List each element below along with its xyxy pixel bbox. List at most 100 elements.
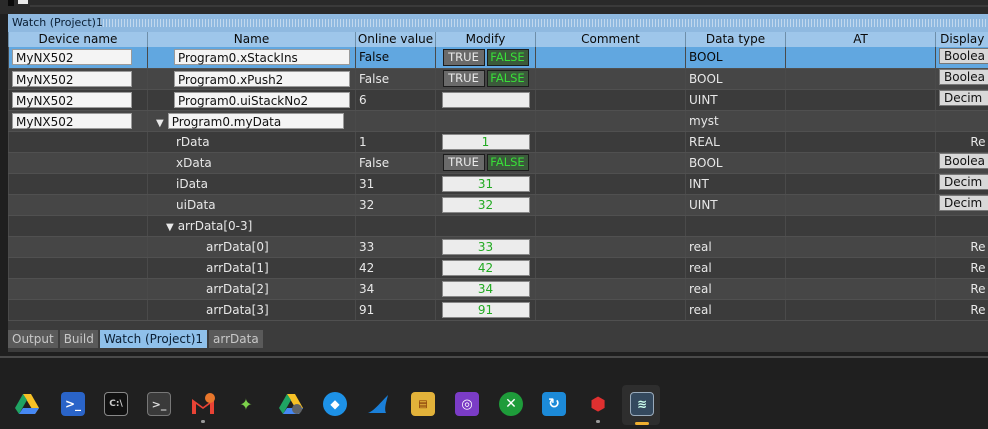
comment-cell[interactable] (535, 110, 686, 132)
drive-color-icon[interactable] (279, 392, 303, 416)
display-format-button[interactable]: Decim (939, 195, 988, 211)
tab-build[interactable]: Build (59, 330, 98, 348)
gmail-icon[interactable] (191, 392, 215, 416)
comment-cell[interactable] (535, 47, 686, 69)
modify-value-input[interactable]: 42 (441, 259, 530, 276)
xbox-icon[interactable]: ✕ (499, 392, 523, 416)
device-name-field[interactable]: MyNX502 (12, 70, 132, 87)
modify-value-input[interactable]: 32 (441, 196, 530, 213)
comment-cell[interactable] (535, 152, 686, 174)
sysmac-studio-icon[interactable]: ≋ (630, 392, 654, 416)
col-comment[interactable]: Comment (535, 32, 686, 47)
display-format-button[interactable]: Decim (939, 90, 988, 106)
comment-cell[interactable] (535, 194, 686, 216)
at-cell[interactable] (785, 215, 936, 237)
expand-triangle-icon[interactable]: ▼ (156, 118, 164, 129)
table-row[interactable]: rData 1 1 REAL Re (8, 131, 988, 153)
terminal-icon[interactable]: >_ (147, 392, 171, 416)
circuit-icon[interactable]: ✦ (234, 392, 258, 416)
tab-arrdata[interactable]: arrData (209, 330, 263, 348)
modify-false-button[interactable]: FALSE (486, 48, 529, 66)
google-drive-icon[interactable] (15, 392, 39, 416)
comment-cell[interactable] (535, 131, 686, 153)
table-row[interactable]: MyNX502 Program0.uiStackNo2 6 UINT Decim (8, 89, 988, 111)
table-row[interactable]: iData 31 31 INT Decim (8, 173, 988, 195)
table-row[interactable]: MyNX502 Program0.xStackIns False TRUE FAL… (8, 47, 988, 69)
cmd-icon[interactable]: C:\ (104, 392, 128, 416)
expand-triangle-icon[interactable]: ▼ (166, 222, 174, 233)
at-cell[interactable] (785, 68, 936, 90)
powershell-icon[interactable]: >_ (61, 392, 85, 416)
display-format-button[interactable]: Boolea (939, 153, 988, 169)
display-format-button[interactable]: Decim (939, 174, 988, 190)
at-cell[interactable] (785, 89, 936, 111)
col-device-name[interactable]: Device name (8, 32, 148, 47)
modify-value-input[interactable]: 33 (441, 238, 530, 255)
table-row[interactable]: uiData 32 32 UINT Decim (8, 194, 988, 216)
refresh-app-icon[interactable]: ↻ (542, 392, 566, 416)
comment-cell[interactable] (535, 89, 686, 111)
col-online-value[interactable]: Online value (355, 32, 436, 47)
modify-value-input[interactable]: 91 (441, 301, 530, 318)
table-row[interactable]: arrData[3] 91 91 real Re (8, 299, 988, 321)
at-cell[interactable] (785, 131, 936, 153)
modify-value-input[interactable]: 1 (441, 133, 530, 150)
device-name-field[interactable]: MyNX502 (12, 49, 132, 66)
modify-false-button[interactable]: FALSE (486, 154, 529, 171)
watch-titlebar[interactable]: Watch (Project)1 (8, 14, 988, 32)
comment-cell[interactable] (535, 173, 686, 195)
device-name-field[interactable]: MyNX502 (12, 112, 132, 129)
comment-cell[interactable] (535, 236, 686, 258)
at-cell[interactable] (785, 257, 936, 279)
variable-name-field[interactable]: Program0.xStackIns (174, 49, 350, 66)
table-row[interactable]: MyNX502 Program0.xPush2 False TRUE FALSE … (8, 68, 988, 90)
modify-true-button[interactable]: TRUE (442, 70, 485, 87)
at-cell[interactable] (785, 47, 936, 69)
modify-true-button[interactable]: TRUE (442, 154, 485, 171)
modify-true-button[interactable]: TRUE (442, 48, 485, 66)
variable-name-field[interactable]: Program0.xPush2 (174, 70, 350, 87)
display-format-text: Re (970, 302, 986, 317)
modify-value-input[interactable] (441, 91, 530, 108)
col-display[interactable]: Display (935, 32, 988, 47)
data-type (685, 215, 786, 237)
display-format-button[interactable]: Boolea (939, 47, 988, 64)
tab-watch-project[interactable]: Watch (Project)1 (99, 330, 208, 348)
comment-cell[interactable] (535, 299, 686, 321)
sysmac-icon[interactable]: ▤ (411, 392, 435, 416)
modify-false-button[interactable]: FALSE (486, 70, 529, 87)
variable-name-field[interactable]: Program0.myData (167, 112, 344, 129)
modify-value-input[interactable]: 31 (441, 175, 530, 192)
table-row[interactable]: arrData[0] 33 33 real Re (8, 236, 988, 258)
col-data-type[interactable]: Data type (685, 32, 786, 47)
robot-app-icon[interactable]: ⬢ (586, 392, 610, 416)
comment-cell[interactable] (535, 68, 686, 90)
variable-name-field[interactable]: Program0.uiStackNo2 (174, 91, 350, 108)
ring-app-icon[interactable]: ◎ (455, 392, 479, 416)
at-cell[interactable] (785, 299, 936, 321)
at-cell[interactable] (785, 194, 936, 216)
table-row[interactable]: arrData[2] 34 34 real Re (8, 278, 988, 300)
table-row[interactable]: arrData[1] 42 42 real Re (8, 257, 988, 279)
modify-value-input[interactable]: 34 (441, 280, 530, 297)
col-name[interactable]: Name (147, 32, 356, 47)
table-row[interactable]: xData False TRUE FALSE BOOL Boolea (8, 152, 988, 174)
at-cell[interactable] (785, 110, 936, 132)
at-cell[interactable] (785, 173, 936, 195)
at-cell[interactable] (785, 236, 936, 258)
comment-cell[interactable] (535, 257, 686, 279)
table-row[interactable]: ▼ arrData[0-3] (8, 215, 988, 237)
col-at[interactable]: AT (785, 32, 936, 47)
display-format-button[interactable]: Boolea (939, 69, 988, 85)
comment-cell[interactable] (535, 215, 686, 237)
at-cell[interactable] (785, 278, 936, 300)
sharkfin-icon[interactable] (366, 392, 390, 416)
running-indicator (596, 420, 600, 423)
tab-output[interactable]: Output (8, 330, 58, 348)
at-cell[interactable] (785, 152, 936, 174)
col-modify[interactable]: Modify (435, 32, 536, 47)
docker-icon[interactable]: ◆ (323, 392, 347, 416)
device-name-field[interactable]: MyNX502 (12, 91, 132, 108)
comment-cell[interactable] (535, 278, 686, 300)
table-row[interactable]: MyNX502 ▼ Program0.myData myst (8, 110, 988, 132)
